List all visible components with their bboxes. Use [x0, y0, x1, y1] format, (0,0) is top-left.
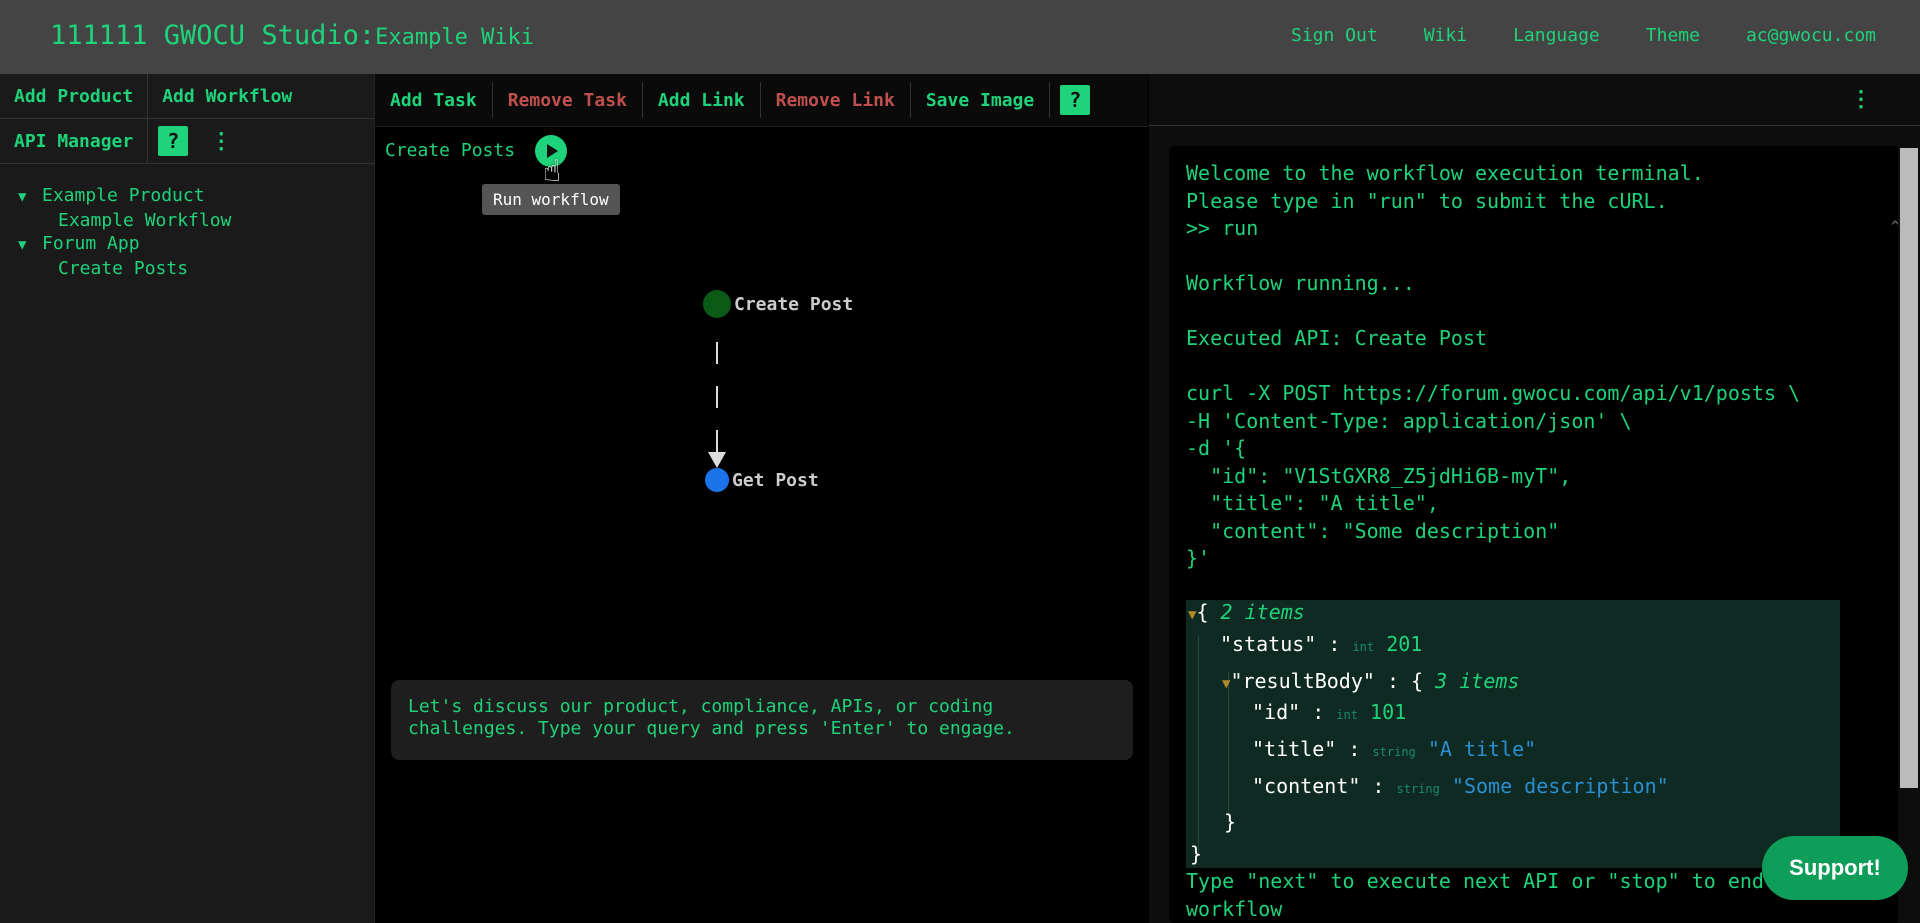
top-header: 111111 GWOCU Studio:Example Wiki Sign Ou…	[0, 0, 1920, 74]
terminal-more-menu-icon[interactable]: ⋮	[1838, 87, 1884, 112]
nav-sign-out[interactable]: Sign Out	[1291, 25, 1378, 46]
support-button[interactable]: Support!	[1762, 836, 1908, 900]
tree-product-forum-app[interactable]: ▼ Forum App	[18, 232, 374, 257]
json-response-viewer: ▼{ 2 items "status" : int 201 ▼"resultBo…	[1186, 600, 1840, 868]
tree-product-label: Example Product	[42, 185, 205, 206]
json-guide	[1228, 672, 1229, 822]
terminal-scrollbar[interactable]	[1898, 128, 1920, 923]
json-title-line: "title" : string "A title"	[1252, 737, 1537, 761]
json-type: string	[1396, 782, 1440, 796]
json-close-brace: }	[1190, 842, 1203, 866]
task-node-create-post[interactable]: Create Post	[703, 290, 853, 318]
nav-theme[interactable]: Theme	[1646, 25, 1700, 46]
link-arrowhead-icon	[708, 452, 726, 468]
terminal-panel: ⋮ Welcome to the workflow execution term…	[1149, 74, 1920, 923]
tree-product-example-product[interactable]: ▼ Example Product	[18, 184, 374, 209]
nav-language[interactable]: Language	[1513, 25, 1600, 46]
task-node-get-post[interactable]: Get Post	[705, 468, 819, 492]
brand-wiki-name: Example Wiki	[375, 25, 535, 50]
workflow-canvas-panel: Add Task Remove Task Add Link Remove Lin…	[374, 74, 1148, 923]
chat-assistant-box[interactable]: Let's discuss our product, compliance, A…	[391, 680, 1133, 760]
sidebar-help-icon[interactable]: ?	[158, 126, 189, 156]
json-guide	[1198, 636, 1199, 854]
json-close-brace: }	[1224, 810, 1237, 834]
json-type: int	[1336, 708, 1358, 722]
chat-prompt-text: Let's discuss our product, compliance, A…	[408, 696, 1015, 739]
nav-wiki[interactable]: Wiki	[1424, 25, 1467, 46]
json-key: "title"	[1252, 737, 1337, 761]
json-value: 201	[1386, 632, 1423, 656]
terminal-output: Welcome to the workflow execution termin…	[1186, 161, 1801, 570]
sidebar: Add Product Add Workflow API Manager ? ⋮…	[0, 74, 374, 923]
product-tree: ▼ Example Product Example Workflow ▼ Forum…	[0, 164, 374, 280]
json-key: "status"	[1220, 632, 1317, 656]
task-node-label: Get Post	[732, 469, 819, 491]
json-key: "resultBody"	[1230, 669, 1375, 693]
collapse-caret-icon[interactable]: ▼	[1188, 607, 1196, 623]
brand-name: 111111 GWOCU Studio:	[50, 20, 376, 51]
tree-workflow-create-posts[interactable]: Create Posts	[18, 257, 374, 280]
json-key: "content"	[1252, 774, 1361, 798]
expand-arrow-icon[interactable]: ▼	[18, 186, 42, 209]
json-item-count: 2 items	[1220, 600, 1305, 624]
scrollbar-thumb[interactable]	[1900, 148, 1918, 788]
sidebar-toolbar-row-1: Add Product Add Workflow	[0, 74, 374, 119]
expand-arrow-icon[interactable]: ▼	[18, 234, 42, 257]
json-content-line: "content" : string "Some description"	[1252, 774, 1669, 798]
terminal-panel-header: ⋮	[1149, 74, 1920, 126]
add-product-button[interactable]: Add Product	[0, 74, 149, 118]
json-value: 101	[1370, 700, 1407, 724]
json-type: string	[1372, 745, 1416, 759]
task-node-dot[interactable]	[703, 290, 731, 318]
json-root-line: ▼{ 2 items	[1188, 600, 1305, 624]
api-manager-button[interactable]: API Manager	[0, 119, 149, 163]
json-value: "Some description"	[1451, 774, 1669, 798]
terminal-next-prompt: Type "next" to execute next API or "stop…	[1186, 869, 1764, 921]
task-node-dot[interactable]	[705, 468, 729, 492]
top-nav: Sign Out Wiki Language Theme ac@gwocu.co…	[1245, 25, 1876, 46]
tree-workflow-example-workflow[interactable]: Example Workflow	[18, 209, 374, 232]
json-key: "id"	[1252, 700, 1301, 724]
task-node-label: Create Post	[734, 293, 854, 315]
json-resultbody-line: ▼"resultBody" : { 3 items	[1222, 669, 1520, 693]
json-status-line: "status" : int 201	[1220, 632, 1423, 656]
workflow-graph-links	[708, 342, 726, 468]
json-id-line: "id" : int 101	[1252, 700, 1407, 724]
brand-title: 111111 GWOCU Studio:Example Wiki	[50, 20, 534, 51]
execution-terminal[interactable]: Welcome to the workflow execution termin…	[1169, 146, 1901, 923]
nav-user-email[interactable]: ac@gwocu.com	[1746, 25, 1876, 46]
sidebar-toolbar-row-2: API Manager ? ⋮	[0, 119, 374, 164]
tree-product-label: Forum App	[42, 233, 140, 254]
json-value: "A title"	[1427, 737, 1537, 761]
json-item-count: 3 items	[1435, 669, 1520, 693]
sidebar-more-menu-icon[interactable]: ⋮	[198, 129, 244, 154]
json-type: int	[1352, 640, 1375, 654]
add-workflow-button[interactable]: Add Workflow	[148, 74, 306, 118]
